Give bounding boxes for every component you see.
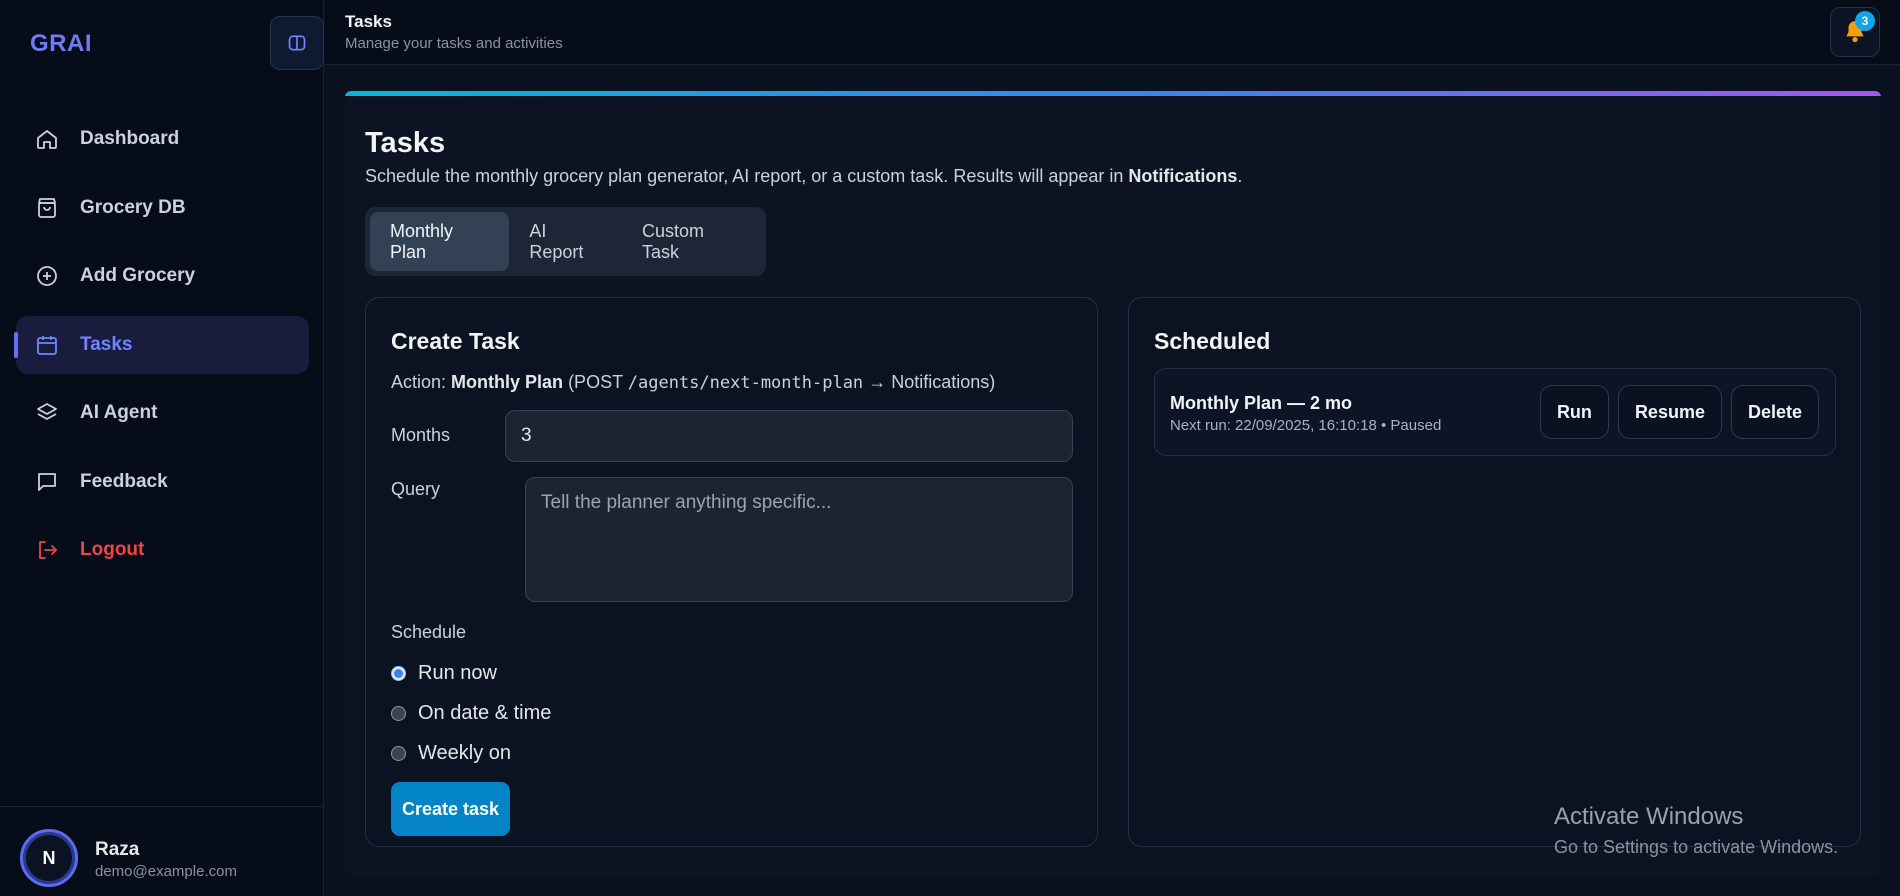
sidebar-nav: Dashboard Grocery DB Add Grocery Tasks A… <box>14 110 309 590</box>
tab-custom-task[interactable]: Custom Task <box>622 212 761 271</box>
user-email: demo@example.com <box>95 863 237 880</box>
sidebar-item-dashboard[interactable]: Dashboard <box>16 110 309 168</box>
create-task-title: Create Task <box>391 328 520 354</box>
sidebar-item-ai-agent[interactable]: AI Agent <box>16 384 309 442</box>
sidebar-item-logout[interactable]: Logout <box>16 521 309 579</box>
radio-date-time[interactable] <box>391 706 406 721</box>
action-description: Action: Monthly Plan (POST /agents/next-… <box>391 372 995 393</box>
sidebar-item-label: Feedback <box>80 470 168 492</box>
layers-icon <box>34 400 60 426</box>
page-description: Schedule the monthly grocery plan genera… <box>365 166 1242 187</box>
brand-logo[interactable]: GRAI <box>30 30 92 58</box>
tab-monthly-plan[interactable]: Monthly Plan <box>370 212 510 271</box>
delete-button[interactable]: Delete <box>1730 385 1819 439</box>
scheduled-panel: Scheduled Monthly Plan — 2 mo Next run: … <box>1128 297 1861 847</box>
schedule-label: Schedule <box>391 622 467 642</box>
user-name: Raza <box>95 839 140 860</box>
create-task-button[interactable]: Create task <box>391 782 510 836</box>
scheduled-title: Scheduled <box>1154 328 1271 354</box>
header-subtitle: Manage your tasks and activities <box>345 35 563 52</box>
panel-toggle-icon <box>288 35 306 51</box>
sidebar-toggle-button[interactable] <box>270 16 324 70</box>
radio-label: On date & time <box>418 702 552 724</box>
page-description-suffix: . <box>1237 166 1243 186</box>
action-name: Monthly Plan <box>451 372 564 392</box>
query-label: Query <box>391 479 441 499</box>
action-endpoint: /agents/next-month-plan <box>627 373 864 393</box>
sidebar-item-tasks[interactable]: Tasks <box>14 315 309 374</box>
message-square-icon <box>34 469 60 495</box>
header-title: Tasks <box>345 12 392 31</box>
run-button[interactable]: Run <box>1539 385 1609 439</box>
plus-circle-icon <box>34 263 60 289</box>
avatar[interactable]: N <box>20 829 78 887</box>
sidebar-item-label: Add Grocery <box>80 265 196 286</box>
scheduled-task-meta: Next run: 22/09/2025, 16:10:18 • Paused <box>1170 417 1442 434</box>
scheduled-task-name: Monthly Plan — 2 mo <box>1170 393 1353 413</box>
sidebar-item-label: AI Agent <box>80 402 158 423</box>
task-type-tabs: Monthly Plan AI Report Custom Task <box>365 207 766 276</box>
months-input[interactable] <box>505 410 1073 462</box>
sidebar-item-label: Tasks <box>80 333 133 355</box>
watermark-subtitle: Go to Settings to activate Windows. <box>1554 837 1839 857</box>
windows-activation-watermark: Activate Windows Go to Settings to activ… <box>1554 803 1838 858</box>
sidebar: GRAI Dashboard Grocery DB Add Grocery Ta… <box>0 0 324 896</box>
action-label: Action: <box>391 372 447 392</box>
sidebar-item-feedback[interactable]: Feedback <box>16 453 309 511</box>
sidebar-item-label: Logout <box>80 539 145 560</box>
resume-button[interactable]: Resume <box>1617 385 1722 439</box>
accent-gradient-bar <box>345 91 1881 96</box>
scheduled-task-item: Monthly Plan — 2 mo Next run: 22/09/2025… <box>1154 368 1836 456</box>
radio-label: Weekly on <box>418 742 512 764</box>
calendar-icon <box>34 332 60 358</box>
tasks-card: Tasks Schedule the monthly grocery plan … <box>345 91 1881 877</box>
notifications-button[interactable]: 3 <box>1830 7 1880 57</box>
page-description-text: Schedule the monthly grocery plan genera… <box>365 166 1129 186</box>
sidebar-item-label: Dashboard <box>80 128 180 149</box>
shopping-bag-icon <box>34 195 60 221</box>
months-label: Months <box>391 425 451 445</box>
home-icon <box>34 126 60 152</box>
logout-icon <box>34 537 60 563</box>
schedule-option-date-time[interactable]: On date & time <box>391 702 551 725</box>
sidebar-item-grocery-db[interactable]: Grocery DB <box>16 179 309 237</box>
notifications-emphasis: Notifications <box>1128 166 1238 186</box>
radio-weekly[interactable] <box>391 746 406 761</box>
radio-run-now[interactable] <box>391 666 406 681</box>
notification-count-badge: 3 <box>1855 11 1875 31</box>
sidebar-item-label: Grocery DB <box>80 196 186 218</box>
action-target: → Notifications) <box>868 372 996 392</box>
scheduled-task-actions: Run Resume Delete <box>1539 385 1819 439</box>
schedule-option-run-now[interactable]: Run now <box>391 662 497 685</box>
schedule-option-weekly[interactable]: Weekly on <box>391 742 511 765</box>
radio-label: Run now <box>418 662 497 684</box>
top-header: Tasks Manage your tasks and activities 3 <box>325 0 1900 65</box>
user-profile[interactable]: N Raza demo@example.com <box>0 806 324 896</box>
query-textarea[interactable] <box>525 477 1073 602</box>
page-title: Tasks <box>365 127 446 159</box>
create-task-panel: Create Task Action: Monthly Plan (POST /… <box>365 297 1098 847</box>
sidebar-item-add-grocery[interactable]: Add Grocery <box>16 247 309 305</box>
action-method: (POST <box>568 372 623 392</box>
watermark-title: Activate Windows <box>1554 803 1744 830</box>
tab-ai-report[interactable]: AI Report <box>509 212 622 271</box>
